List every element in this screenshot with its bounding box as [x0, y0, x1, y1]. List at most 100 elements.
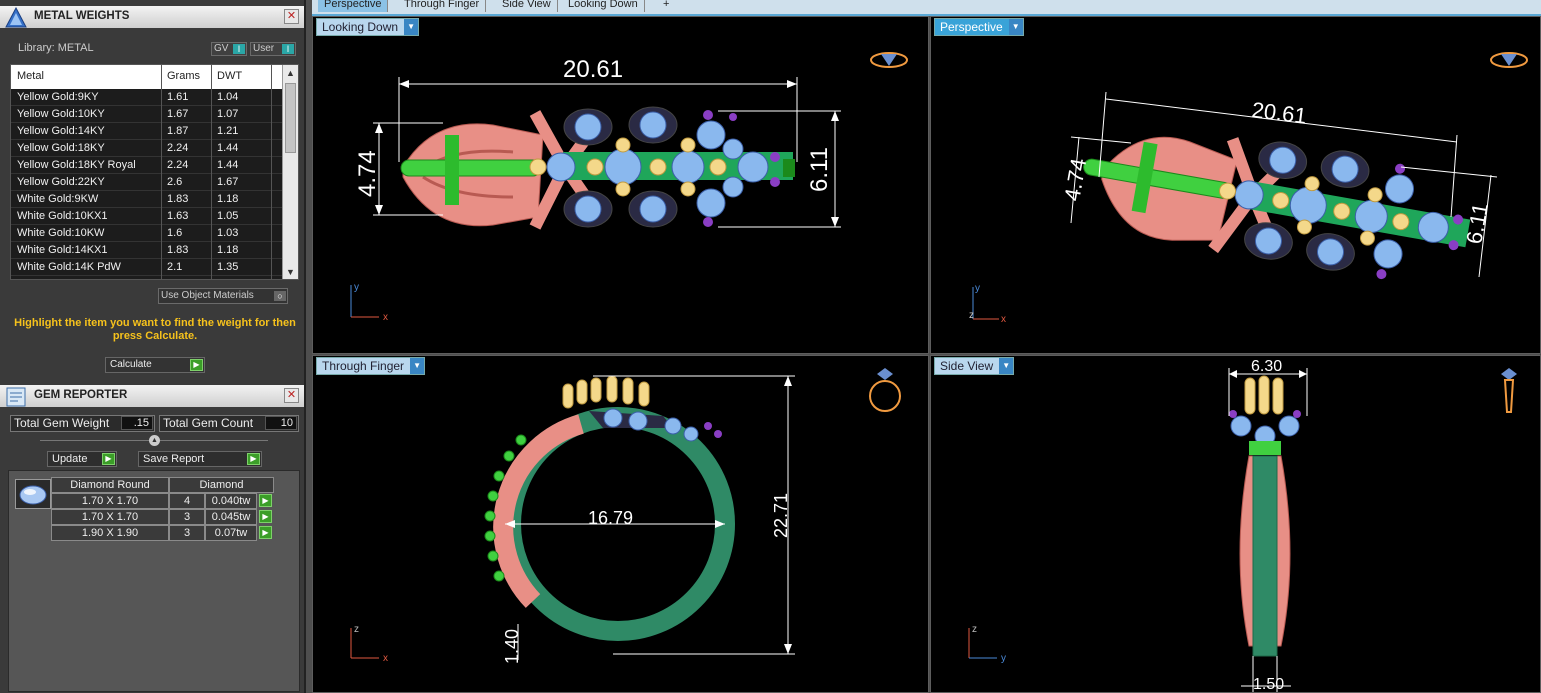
metal-weights-titlebar: METAL WEIGHTS ✕ [0, 6, 304, 28]
cell-dwt: 1.18 [217, 193, 239, 205]
save-report-button[interactable]: Save Report ▶ [138, 451, 262, 467]
calculate-button[interactable]: Calculate ▶ [105, 357, 205, 373]
view-tab-bar: Perspective Through Finger Side View Loo… [312, 0, 1541, 16]
cell-metal: White Gold:14KX1 [17, 244, 108, 256]
table-row[interactable]: White Gold:14K PdW 2.1 1.35 [11, 259, 283, 276]
cell-dwt: 1.18 [217, 244, 239, 256]
scroll-thumb[interactable] [285, 83, 296, 153]
use-object-materials-label: Use Object Materials [161, 290, 254, 301]
table-row[interactable]: Yellow Gold:14KY 1.87 1.21 [11, 123, 283, 140]
col-dwt[interactable]: DWT [217, 70, 242, 82]
viewport-side-view[interactable]: Side View ▼ 6.30 1.50 z y [930, 355, 1541, 693]
close-icon[interactable]: ✕ [284, 9, 299, 24]
select-gem-icon[interactable]: ▶ [259, 494, 272, 507]
update-button[interactable]: Update ▶ [47, 451, 117, 467]
gv-toggle[interactable]: GV I [211, 42, 247, 56]
gem-weight-cell: 0.040tw [205, 493, 257, 509]
cell-metal: Yellow Gold:18KY [17, 142, 105, 154]
table-row[interactable]: White Gold:9KW 1.83 1.18 [11, 191, 283, 208]
tab-looking-down[interactable]: Looking Down [562, 0, 645, 12]
metal-weights-icon [5, 7, 27, 28]
cell-metal: White Gold:10KX1 [17, 210, 108, 222]
cell-dwt: 1.05 [217, 210, 239, 222]
table-row[interactable]: White Gold:10KW 1.6 1.03 [11, 225, 283, 242]
total-gem-count-label: Total Gem Count [163, 416, 254, 430]
dim-shank: 1.40 [502, 629, 522, 664]
cell-grams: 1.63 [167, 210, 189, 222]
use-object-materials-toggle[interactable]: Use Object Materials ○ [158, 288, 288, 304]
close-icon[interactable]: ✕ [284, 388, 299, 403]
ring-side-view: 6.30 1.50 z y [968, 358, 1517, 692]
dim-width: 6.11 [806, 147, 833, 192]
gem-size-cell: 1.70 X 1.70 [51, 509, 169, 525]
cell-grams: 1.83 [167, 244, 189, 256]
play-icon: ▶ [190, 359, 203, 371]
select-gem-icon[interactable]: ▶ [259, 510, 272, 523]
user-label: User [253, 43, 275, 54]
cell-grams: 2.6 [167, 176, 183, 188]
gem-count-cell: 3 [169, 509, 205, 525]
table-row[interactable]: Yellow Gold:10KY 1.67 1.07 [11, 106, 283, 123]
cell-grams: 1.83 [167, 193, 189, 205]
table-row[interactable]: Yellow Gold:22KY 2.6 1.67 [11, 174, 283, 191]
metal-table-scrollbar[interactable]: ▲ ▼ [282, 65, 298, 279]
table-row[interactable]: Yellow Gold:18KY Royal 2.24 1.44 [11, 157, 283, 174]
table-row[interactable]: White Gold:14KX1 1.83 1.18 [11, 242, 283, 259]
tab-side-view[interactable]: Side View [496, 0, 558, 12]
gem-reporter-titlebar: GEM REPORTER ✕ [0, 385, 304, 407]
col-grams[interactable]: Grams [167, 70, 200, 82]
total-gem-weight-label: Total Gem Weight [14, 416, 110, 430]
scroll-down-icon[interactable]: ▼ [286, 267, 295, 277]
svg-text:y: y [975, 283, 980, 294]
collapse-icon[interactable]: ▲ [149, 435, 160, 446]
table-row[interactable]: Yellow Gold:9KY 1.61 1.04 [11, 89, 283, 106]
select-gem-icon[interactable]: ▶ [259, 526, 272, 539]
table-row[interactable]: White Gold:10KX1 1.63 1.05 [11, 208, 283, 225]
axis-indicator: z y [968, 624, 1006, 664]
dim-width: 6.11 [1461, 201, 1493, 246]
cell-metal: Yellow Gold:14KY [17, 125, 105, 137]
tab-through-finger[interactable]: Through Finger [398, 0, 487, 12]
ring-side-icon [1501, 368, 1517, 413]
tab-perspective[interactable]: Perspective [318, 0, 389, 12]
add-tab-icon[interactable]: + [657, 0, 675, 12]
col-metal[interactable]: Metal [17, 70, 44, 82]
scroll-up-icon[interactable]: ▲ [286, 68, 295, 78]
save-report-label: Save Report [143, 453, 205, 465]
dim-length: 20.61 [563, 56, 623, 83]
total-gem-weight-value: .15 [121, 416, 153, 430]
metal-table-header: Metal Grams DWT [11, 65, 283, 89]
cell-metal: Yellow Gold:10KY [17, 108, 105, 120]
viewport-through-finger[interactable]: Through Finger ▼ 16.79 22.71 1.40 z x [312, 355, 929, 693]
cell-dwt: 1.21 [217, 125, 239, 137]
cell-dwt: 1.44 [217, 142, 239, 154]
cell-grams: 1.87 [167, 125, 189, 137]
viewport-perspective[interactable]: Perspective ▼ 20.61 4.74 6.11 y z x [930, 16, 1541, 354]
ring-front-view: 16.79 22.71 1.40 z x [350, 368, 901, 664]
play-icon: ▶ [247, 453, 260, 465]
cell-dwt: 1.35 [217, 261, 239, 273]
ring-icon [869, 368, 901, 412]
svg-text:x: x [383, 653, 388, 664]
viewport-looking-down[interactable]: Looking Down ▼ 20.61 4.74 6.11 y x [312, 16, 929, 354]
total-gem-count-value: 10 [265, 416, 297, 430]
cell-dwt: 1.44 [217, 159, 239, 171]
ring-top-view: 20.61 4.74 6.11 y x [350, 52, 908, 323]
table-row[interactable]: Yellow Gold:18KY 2.24 1.44 [11, 140, 283, 157]
dim-bottom-width: 1.50 [1253, 676, 1284, 692]
dim-inner-diameter: 16.79 [588, 508, 633, 528]
cell-grams: 1.6 [167, 227, 183, 239]
gem-reporter-title: GEM REPORTER [34, 389, 128, 401]
svg-text:y: y [354, 282, 359, 293]
user-toggle[interactable]: User I [250, 42, 296, 56]
gem-count-cell: 3 [169, 525, 205, 541]
dim-ring-height: 22.71 [771, 493, 791, 538]
gem-size-cell: 1.90 X 1.90 [51, 525, 169, 541]
cell-grams: 2.1 [167, 261, 183, 273]
cell-metal: Yellow Gold:9KY [17, 91, 99, 103]
ring-perspective-view: 20.61 4.74 6.11 y z x [969, 52, 1528, 325]
svg-text:z: z [354, 624, 359, 635]
gv-label: GV [214, 43, 229, 54]
calculate-label: Calculate [110, 359, 152, 370]
svg-text:z: z [972, 624, 977, 635]
